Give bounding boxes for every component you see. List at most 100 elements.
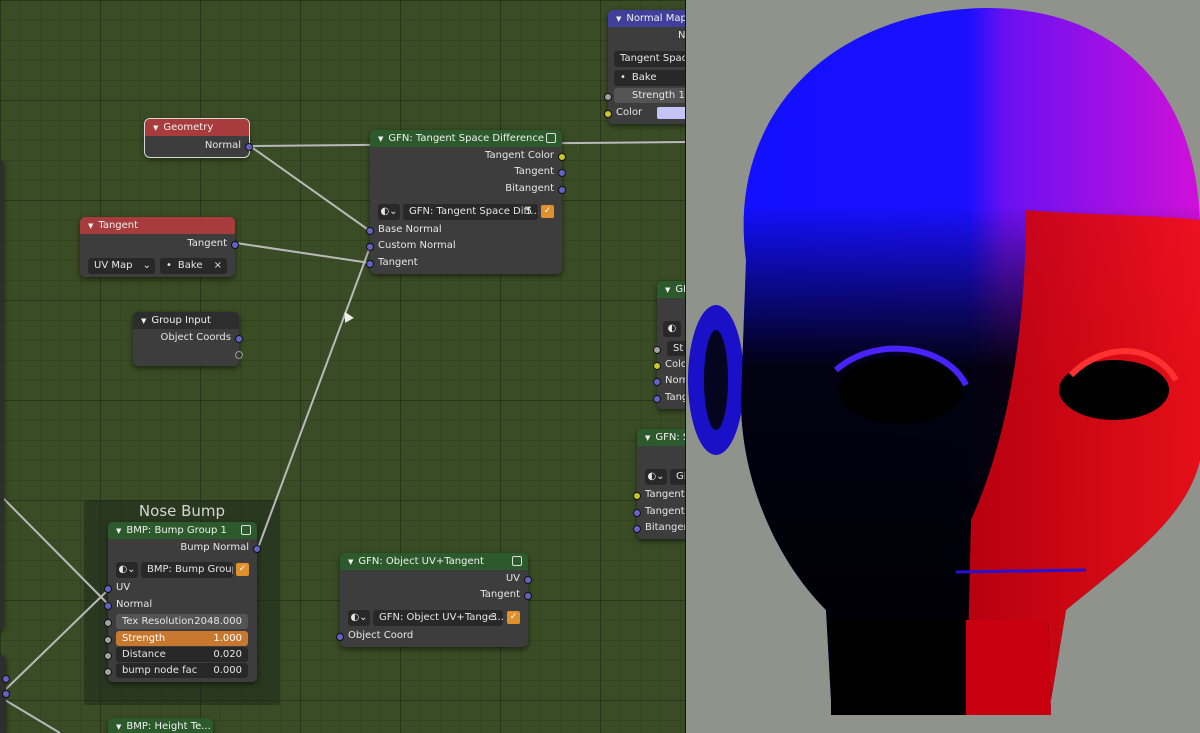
uv-tangent-header[interactable]: ▼ GFN: Object UV+Tangent	[340, 553, 528, 570]
height-node[interactable]: ▼ BMP: Height Te...	[108, 718, 213, 733]
right-partial-1-float-socket[interactable]	[653, 346, 661, 354]
node-group-icon[interactable]	[241, 525, 251, 535]
distance-field[interactable]: Distance 0.020	[116, 647, 248, 662]
bump-group-node[interactable]: ▼ BMP: Bump Group 1 Bump Normal ◐⌄ BMP: B…	[104, 522, 261, 682]
custom-normal-socket[interactable]	[366, 243, 374, 251]
bump-header[interactable]: ▼ BMP: Bump Group 1	[108, 522, 257, 539]
right-partial-1-normal-socket[interactable]	[653, 378, 661, 386]
shader-node-editor[interactable]: Nose Bump ▼ Geometry Normal ▼ Tangent Tang…	[0, 0, 685, 733]
normal-map-header[interactable]: ▼ Normal Map	[608, 10, 685, 27]
bump-node-fac-field[interactable]: bump node fac 0.000	[116, 663, 248, 678]
right-partial-2-tangent-socket[interactable]	[633, 509, 641, 517]
collapse-arrow-icon[interactable]: ▼	[348, 554, 353, 570]
collapse-arrow-icon[interactable]: ▼	[616, 11, 621, 27]
group-input-node[interactable]: ▼ Group Input Object Coords	[133, 312, 243, 366]
normal-map-strength-field[interactable]: Strength1.	[614, 88, 685, 103]
right-partial-1-header[interactable]: ▼ GF	[657, 281, 685, 298]
left-edge-socket[interactable]	[2, 675, 10, 683]
datablock-browse-icon[interactable]: ◐⌄	[116, 562, 138, 578]
collapse-arrow-icon[interactable]: ▼	[116, 719, 121, 733]
collapse-arrow-icon[interactable]: ▼	[153, 120, 158, 136]
tsd-tangent-out-socket[interactable]	[558, 169, 566, 177]
geometry-normal-socket[interactable]	[245, 143, 253, 151]
tex-resolution-socket[interactable]	[104, 619, 112, 627]
normal-map-space-dropdown[interactable]: Tangent Space	[614, 51, 685, 67]
group-input-header[interactable]: ▼ Group Input	[133, 312, 239, 329]
tsd-bitangent-socket[interactable]	[558, 186, 566, 194]
uv-map-selector[interactable]: • Bake ×	[160, 258, 227, 274]
bump-group-datablock[interactable]: BMP: Bump Group 1	[141, 562, 233, 578]
right-partial-1-in-normal: Norm	[665, 375, 685, 386]
tangent-space-difference-node[interactable]: ▼ GFN: Tangent Space Difference Tangent C…	[366, 130, 566, 274]
empty-output-socket[interactable]	[235, 351, 243, 359]
right-partial-2-color-socket[interactable]	[633, 492, 641, 500]
collapse-arrow-icon[interactable]: ▼	[645, 430, 650, 446]
normal-map-uv-selector[interactable]: • Bake	[614, 70, 685, 86]
tsd-group-datablock[interactable]: GFN: Tangent Space Diff... 5	[403, 204, 538, 220]
3d-viewport[interactable]	[686, 0, 1200, 733]
bump-normal-socket[interactable]	[253, 545, 261, 553]
right-partial-node-2[interactable]: ▼ GFN: S ◐⌄ GF Tangent ( Tangent Bitangen…	[633, 429, 685, 539]
uv-tangent-datablock[interactable]: GFN: Object UV+Tange... 3	[373, 610, 503, 626]
tangent-node[interactable]: ▼ Tangent Tangent UV Map ⌄ • Bake ×	[80, 217, 239, 277]
tangent-color-socket[interactable]	[558, 153, 566, 161]
object-coords-output: Object Coords	[160, 332, 231, 343]
base-normal-socket[interactable]	[366, 227, 374, 235]
datablock-browse-icon[interactable]: ◐⌄	[348, 610, 370, 626]
node-group-icon[interactable]	[546, 133, 556, 143]
normal-map-clipped-output: N	[678, 30, 685, 41]
collapse-arrow-icon[interactable]: ▼	[116, 523, 121, 539]
tsd-in-base-normal: Base Normal	[378, 224, 442, 235]
strength-socket[interactable]	[104, 636, 112, 644]
uv-mode-dropdown[interactable]: UV Map ⌄	[88, 258, 155, 274]
clear-icon[interactable]: ×	[214, 258, 222, 274]
collapse-arrow-icon[interactable]: ▼	[665, 282, 670, 298]
collapse-arrow-icon[interactable]: ▼	[88, 218, 93, 234]
right-partial-1-color-socket[interactable]	[653, 362, 661, 370]
right-partial-1-in-tangent: Tang	[665, 392, 685, 403]
tex-resolution-field[interactable]: Tex Resolution 2048.000	[116, 614, 248, 629]
fake-user-shield-icon[interactable]: ✓	[507, 611, 520, 624]
tsd-header[interactable]: ▼ GFN: Tangent Space Difference	[370, 130, 562, 147]
object-coords-socket[interactable]	[235, 335, 243, 343]
object-coord-socket[interactable]	[336, 633, 344, 641]
node-group-icon[interactable]	[512, 556, 522, 566]
bump-uv-socket[interactable]	[104, 585, 112, 593]
collapse-arrow-icon[interactable]: ▼	[141, 313, 146, 329]
fake-user-shield-icon[interactable]: ✓	[541, 205, 554, 218]
right-partial-2-datablock[interactable]: GF	[670, 469, 685, 485]
right-partial-node-1[interactable]: ▼ GF ◐ St Colo Norm Tang	[653, 281, 685, 409]
right-partial-1-field[interactable]: St	[667, 341, 685, 356]
tsd-in-tangent: Tangent	[378, 257, 418, 268]
distance-socket[interactable]	[104, 652, 112, 660]
uv-out-socket[interactable]	[524, 576, 532, 584]
datablock-browse-icon[interactable]: ◐⌄	[378, 204, 400, 220]
fake-user-shield-icon[interactable]: ✓	[236, 563, 249, 576]
tangent-node-header[interactable]: ▼ Tangent	[80, 217, 235, 234]
normal-map-strength-socket[interactable]	[604, 93, 612, 101]
geometry-node-header[interactable]: ▼ Geometry	[145, 119, 249, 136]
bump-in-uv: UV	[116, 582, 131, 593]
normal-map-color-socket[interactable]	[604, 110, 612, 118]
tsd-tangent-in-socket[interactable]	[366, 260, 374, 268]
left-edge-socket[interactable]	[2, 690, 10, 698]
normal-map-color-label: Color	[616, 107, 643, 118]
bump-normal-in-socket[interactable]	[104, 602, 112, 610]
right-partial-2-header[interactable]: ▼ GFN: S	[637, 429, 685, 446]
height-title: BMP: Height Te...	[126, 721, 211, 732]
bump-node-fac-socket[interactable]	[104, 668, 112, 676]
normal-map-node[interactable]: ▼ Normal Map N Tangent Space •Bake Streng…	[604, 10, 685, 124]
left-edge-node[interactable]	[0, 160, 4, 630]
height-header[interactable]: ▼ BMP: Height Te...	[108, 718, 213, 733]
collapse-arrow-icon[interactable]: ▼	[378, 131, 383, 147]
tangent-output-socket[interactable]	[231, 241, 239, 249]
geometry-node[interactable]: ▼ Geometry Normal	[144, 118, 253, 158]
normal-map-color-swatch[interactable]	[657, 107, 685, 119]
strength-field[interactable]: Strength 1.000	[116, 631, 248, 646]
object-uv-tangent-node[interactable]: ▼ GFN: Object UV+Tangent UV Tangent ◐⌄ GF…	[336, 553, 532, 647]
right-partial-2-bitangent-socket[interactable]	[633, 525, 641, 533]
datablock-browse-icon[interactable]: ◐⌄	[645, 469, 667, 485]
datablock-browse-icon[interactable]: ◐	[663, 321, 681, 337]
uv-tangent-out-socket[interactable]	[524, 592, 532, 600]
right-partial-1-tangent-socket[interactable]	[653, 395, 661, 403]
